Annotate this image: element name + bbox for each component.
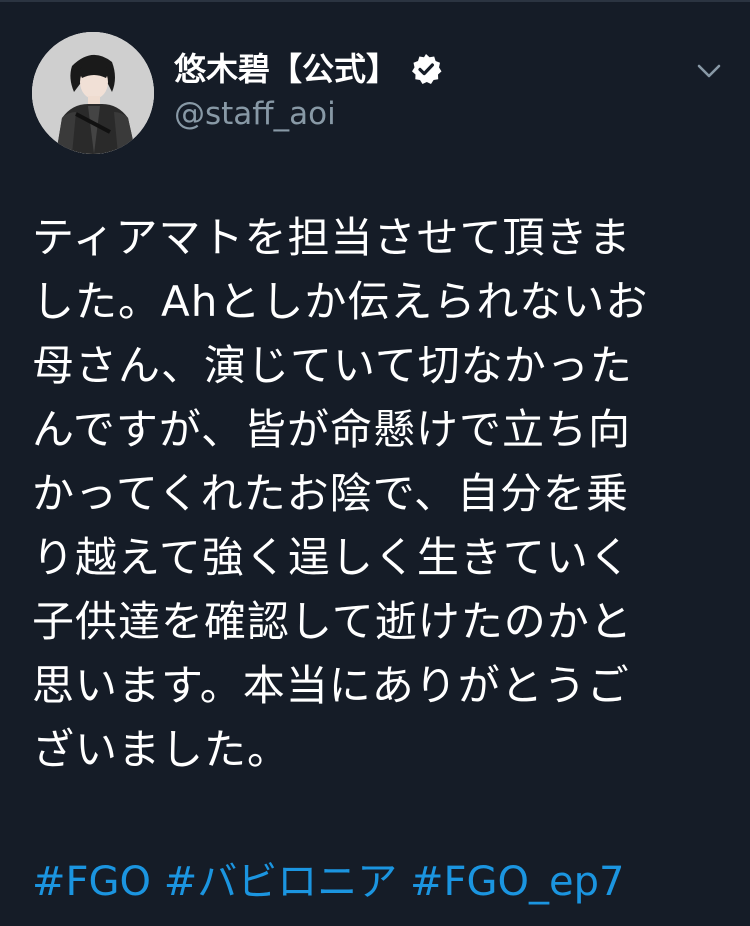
tweet-text-line: した。Ahとしか伝えられないお <box>32 277 649 326</box>
author-display-name[interactable]: 悠木碧【公式】 <box>174 53 398 85</box>
chevron-down-icon[interactable] <box>694 56 724 86</box>
hashtag-link-fgo[interactable]: #FGO <box>32 859 151 905</box>
hashtag-link-fgo-ep7[interactable]: #FGO_ep7 <box>410 859 624 905</box>
verified-badge-icon <box>410 53 442 85</box>
tweet-text-line: ざいました。 <box>32 725 291 774</box>
author-name-row[interactable]: 悠木碧【公式】 <box>174 48 442 90</box>
tweet-text-line: んですが、皆が命懸けで立ち向 <box>32 405 632 454</box>
author-handle[interactable]: @staff_aoi <box>174 96 336 133</box>
tweet-text-line: ティアマトを担当させて頂きま <box>32 213 632 262</box>
avatar-photo <box>32 32 154 154</box>
tweet-text-line: 子供達を確認して逝けたのかと <box>32 597 633 646</box>
top-divider <box>0 0 750 2</box>
hashtag-link-babylonia[interactable]: #バビロニア <box>164 859 398 905</box>
tweet-text-line: 母さん、演じていて切なかった <box>32 341 633 390</box>
tweet-text-line: り越えて強く逞しく生きていく <box>32 533 632 582</box>
avatar[interactable] <box>32 32 154 154</box>
hashtag-row: #FGO #バビロニア #FGO_ep7 <box>32 850 624 914</box>
tweet-text-line: 思います。本当にありがとうご <box>32 661 630 710</box>
tweet-text-line: かってくれたお陰で、自分を乗 <box>32 469 629 518</box>
tweet-text: ティアマトを担当させて頂きま した。Ahとしか伝えられないお 母さん、演じていて… <box>32 206 702 782</box>
